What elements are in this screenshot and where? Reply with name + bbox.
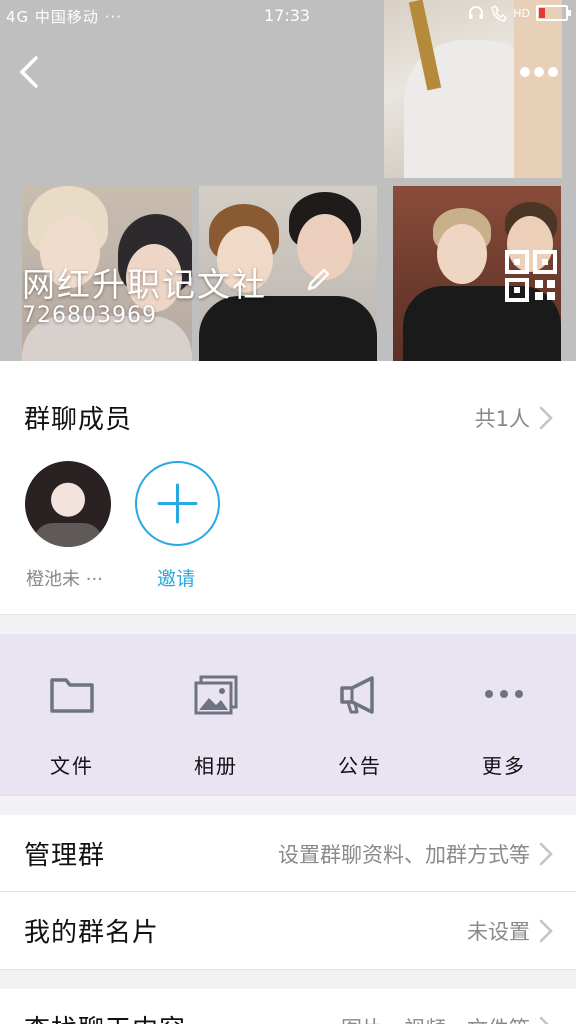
my-nickname-row[interactable]: 我的群名片 未设置 [0,892,576,969]
back-icon[interactable] [12,52,48,92]
phone-icon [491,4,508,22]
invite-button[interactable] [135,461,220,546]
carrier-label: 4G 中国移动 ··· [6,8,123,26]
toolbar-more-label: 更多 [482,754,526,778]
more-menu-icon[interactable] [514,60,564,84]
manage-group-value: 设置群聊资料、加群方式等 [278,843,530,867]
section-spacer [0,614,576,634]
toolbar-announcement-label: 公告 [338,754,382,778]
qr-code-icon[interactable] [505,250,557,302]
members-title[interactable]: 群聊成员 [24,399,132,436]
toolbar-announcement[interactable]: 公告 [288,634,432,795]
group-toolbar: 文件 相册 公告 更多 [0,634,576,795]
section-spacer [0,795,576,815]
plus-icon [157,483,198,524]
member-count[interactable]: 共1人 [475,403,530,433]
network-label: HD [513,6,530,20]
group-id: 726803969 [22,303,157,328]
headset-icon [469,6,484,19]
toolbar-more[interactable]: 更多 [432,634,576,795]
member-name: 橙池未 ··· [26,569,103,590]
toolbar-files[interactable]: 文件 [0,634,144,795]
megaphone-icon [340,676,374,714]
edit-pencil-icon[interactable] [304,266,332,294]
search-history-row[interactable]: 查找聊天内容 图片、视频、文件等 [0,989,576,1024]
battery-icon [536,5,571,21]
chevron-right-icon [539,842,553,866]
status-bar: 4G 中国移动 ··· 17:33 HD [0,0,576,32]
search-history-value: 图片、视频、文件等 [341,1013,530,1024]
my-nickname-label: 我的群名片 [24,918,160,948]
section-spacer [0,969,576,989]
chevron-right-icon [539,919,553,943]
more-dots-icon [485,690,523,698]
group-name[interactable]: 网红升职记文社 [22,258,267,306]
toolbar-album-label: 相册 [194,754,238,778]
toolbar-album[interactable]: 相册 [144,634,288,795]
manage-group-label: 管理群 [24,841,106,871]
my-nickname-value: 未设置 [467,920,530,944]
group-header: 4G 中国移动 ··· 17:33 HD 网红升职记文社 726803969 [0,0,576,361]
manage-group-row[interactable]: 管理群 设置群聊资料、加群方式等 [0,815,576,892]
photo-album-icon [194,675,238,715]
member-avatar[interactable] [25,461,111,547]
clock: 17:33 [264,6,311,25]
invite-label[interactable]: 邀请 [157,564,195,591]
toolbar-files-label: 文件 [50,754,94,778]
search-history-label: 查找聊天内容 [24,1009,186,1024]
chevron-right-icon[interactable] [538,405,554,431]
chevron-right-icon [539,1016,549,1024]
folder-icon [50,678,94,713]
members-section: 群聊成员 共1人 橙池未 ··· 邀请 [0,361,576,614]
